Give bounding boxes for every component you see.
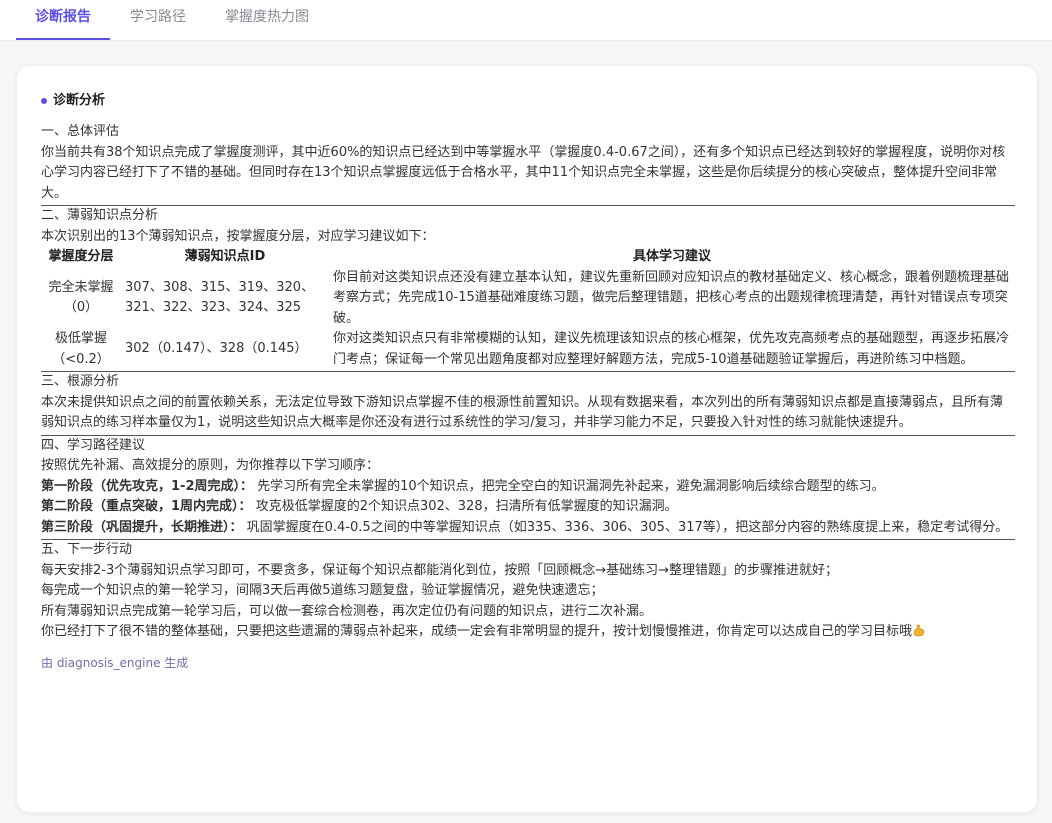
report-title: 诊断分析 — [41, 90, 1015, 112]
weak-points-table: 掌握度分层 薄弱知识点ID 具体学习建议 完全未掌握（0） 307、308、31… — [41, 247, 1015, 370]
section-intro-weak-points: 本次识别出的13个薄弱知识点，按掌握度分层，对应学习建议如下： — [41, 228, 435, 244]
action-item-final: 你已经打下了很不错的整体基础，只要把这些遗漏的薄弱点补起来，成绩一定会有非常明显… — [41, 622, 1015, 643]
table-header: 具体学习建议 — [632, 249, 711, 264]
phase-text: 先学习所有完全未掌握的10个知识点，把完全空白的知识漏洞先补起来，避免漏洞影响后… — [257, 478, 885, 494]
section-text-root-cause: 本次未提供知识点之间的前置依赖关系，无法定位导致下游知识点掌握不佳的根源性前置知… — [41, 394, 1004, 431]
phase-item: 第一阶段（优先攻克，1-2周完成）： 先学习所有完全未掌握的10个知识点，把完全… — [41, 477, 1015, 498]
phase-text: 巩固掌握度在0.4-0.5之间的中等掌握知识点（如335、336、306、305… — [246, 519, 1009, 535]
action-item-text: 你已经打下了很不错的整体基础，只要把这些遗漏的薄弱点补起来，成绩一定会有非常明显… — [41, 624, 913, 639]
bullet-dot-icon — [41, 98, 47, 104]
section-intro-learning-path: 按照优先补漏、高效提分的原则，为你推荐以下学习顺序： — [41, 458, 380, 473]
phase-label: 第三阶段（巩固提升，长期推进）： — [41, 519, 243, 535]
table-cell-level: 完全未掌握（0） — [48, 279, 114, 316]
table-row: 完全未掌握（0） 307、308、315、319、320、321、322、323… — [41, 268, 1015, 330]
generated-by-footer: 由 diagnosis_engine 生成 — [41, 655, 189, 670]
action-item: 每完成一个知识点的第一轮学习，间隔3天后再做5道练习题复盘，验证掌握情况，避免快… — [41, 583, 604, 598]
section-heading-overall: 一、总体评估 — [41, 124, 120, 139]
action-item: 每天安排2-3个薄弱知识点学习即可，不要贪多，保证每个知识点都能消化到位，按照「… — [41, 562, 839, 578]
section-heading-weak-points: 二、薄弱知识点分析 — [41, 208, 159, 223]
flexed-biceps-icon — [912, 623, 926, 637]
table-cell-ids: 307、308、315、319、320、321、322、323、324、325 — [125, 279, 315, 316]
table-cell-ids: 302（0.147）、328（0.145） — [125, 341, 308, 357]
table-cell-advice: 你目前对这类知识点还没有建立基本认知，建议先重新回顾对应知识点的教材基础定义、核… — [333, 269, 1010, 326]
tab-learning-path[interactable]: 学习路径 — [120, 0, 196, 40]
table-cell-level: 极低掌握（<0.2） — [52, 331, 110, 367]
section-heading-root-cause: 三、根源分析 — [41, 374, 120, 389]
phase-label: 第二阶段（重点突破，1周内完成）： — [41, 499, 252, 514]
phase-item: 第二阶段（重点突破，1周内完成）： 攻克极低掌握度的2个知识点302、328，扫… — [41, 497, 1015, 518]
table-row: 极低掌握（<0.2） 302（0.147）、328（0.145） 你对这类知识点… — [41, 329, 1015, 370]
tab-diagnosis-report[interactable]: 诊断报告 — [16, 0, 110, 40]
table-header: 掌握度分层 — [48, 249, 114, 264]
table-header-row: 掌握度分层 薄弱知识点ID 具体学习建议 — [41, 247, 1015, 268]
section-heading-next-steps: 五、下一步行动 — [41, 542, 133, 557]
phase-item: 第三阶段（巩固提升，长期推进）： 巩固掌握度在0.4-0.5之间的中等掌握知识点… — [41, 518, 1015, 539]
report-title-text: 诊断分析 — [53, 92, 106, 108]
table-header: 薄弱知识点ID — [184, 249, 266, 264]
phase-text: 攻克极低掌握度的2个知识点302、328，扫清所有低掌握度的知识漏洞。 — [255, 499, 678, 514]
report-content: 诊断分析 一、总体评估 你当前共有38个知识点完成了掌握度测评，其中近60%的知… — [41, 90, 1015, 673]
tab-bar: 诊断报告 学习路径 掌握度热力图 — [0, 0, 1052, 41]
action-item: 所有薄弱知识点完成第一轮学习后，可以做一套综合检测卷，再次定位仍有问题的知识点，… — [41, 603, 653, 619]
phase-label: 第一阶段（优先攻克，1-2周完成）： — [41, 478, 253, 494]
report-card: 诊断分析 一、总体评估 你当前共有38个知识点完成了掌握度测评，其中近60%的知… — [16, 65, 1038, 813]
section-heading-learning-path: 四、学习路径建议 — [41, 437, 146, 453]
section-text-overall: 你当前共有38个知识点完成了掌握度测评，其中近60%的知识点已经达到中等掌握水平… — [41, 144, 1006, 201]
tab-mastery-heatmap[interactable]: 掌握度热力图 — [214, 0, 320, 40]
table-cell-advice: 你对这类知识点只有非常模糊的认知，建议先梳理该知识点的核心框架，优先攻克高频考点… — [333, 331, 1010, 367]
